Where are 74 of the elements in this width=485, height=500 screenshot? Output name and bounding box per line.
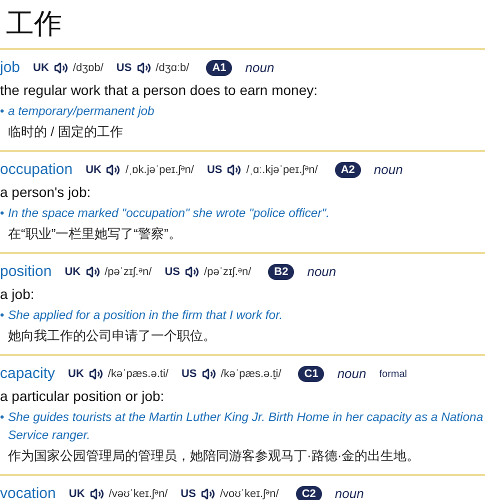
audio-button[interactable] bbox=[202, 367, 216, 381]
speaker-icon bbox=[106, 163, 120, 177]
region-label: UK bbox=[86, 162, 102, 178]
translation: 作为国家公园管理局的管理员，她陪同游客参观马丁·路德·金的出生地。 bbox=[7, 447, 421, 465]
speaker-icon bbox=[227, 163, 242, 177]
pronunciation: /ˌɒk.jəˈpeɪ.ʃᵊn/ bbox=[125, 162, 194, 178]
pronunciation: /voʊˈkeɪ.ʃᵊn/ bbox=[220, 486, 279, 500]
speaker-icon bbox=[200, 487, 215, 500]
region-label: US bbox=[180, 486, 196, 500]
pronunciation: /pəˈzɪʃ.ᵊn/ bbox=[204, 264, 252, 280]
example-sentence: She applied for a position in the firm that I work for. bbox=[8, 307, 283, 324]
register-label: formal bbox=[379, 368, 408, 382]
translation: 临时的 / 固定的工作 bbox=[7, 123, 124, 141]
headword: vocation bbox=[0, 484, 56, 500]
part-of-speech: noun bbox=[307, 263, 336, 282]
region-label: US bbox=[116, 60, 132, 76]
speaker-icon bbox=[54, 61, 68, 75]
audio-button[interactable] bbox=[54, 61, 68, 75]
definition: a person's job: bbox=[0, 183, 92, 202]
headword: job bbox=[0, 58, 20, 78]
audio-button[interactable] bbox=[86, 265, 100, 279]
region-label: UK bbox=[33, 60, 49, 76]
region-label: US bbox=[181, 366, 197, 382]
region-label: US bbox=[206, 162, 222, 178]
audio-button[interactable] bbox=[88, 367, 103, 381]
level-badge: C2 bbox=[296, 486, 322, 500]
part-of-speech: noun bbox=[334, 485, 364, 500]
bullet: • bbox=[0, 307, 6, 324]
audio-button[interactable] bbox=[200, 487, 215, 500]
pronunciation: /vəʊˈkeɪ.ʃᵊn/ bbox=[108, 486, 168, 500]
pronunciation: /ˌɑː.kjəˈpeɪ.ʃᵊn/ bbox=[246, 162, 318, 178]
translation: 她向我工作的公司申请了一个职位。 bbox=[7, 327, 217, 345]
audio-button[interactable] bbox=[90, 487, 104, 500]
part-of-speech: noun bbox=[374, 161, 403, 180]
pronunciation: /kəˈpæs.ə.t̬i/ bbox=[220, 366, 282, 382]
part-of-speech: noun bbox=[337, 365, 366, 384]
level-badge: C1 bbox=[298, 366, 324, 382]
example-sentence: a temporary/permanent job bbox=[8, 103, 154, 120]
pronunciation: /dʒɒb/ bbox=[72, 60, 104, 76]
region-label: US bbox=[164, 264, 180, 280]
definition: a particular position or job: bbox=[0, 387, 166, 406]
speaker-icon bbox=[202, 367, 216, 381]
pronunciation: /pəˈzɪʃ.ᵊn/ bbox=[104, 264, 152, 280]
example-sentence: Service ranger. bbox=[8, 427, 92, 444]
level-badge: B2 bbox=[268, 264, 294, 280]
region-label: UK bbox=[64, 264, 81, 280]
bullet: • bbox=[0, 103, 6, 120]
region-label: UK bbox=[68, 366, 84, 382]
speaker-icon bbox=[88, 367, 103, 381]
speaker-icon bbox=[185, 265, 200, 279]
headword: capacity bbox=[0, 364, 56, 384]
audio-button[interactable] bbox=[136, 61, 151, 75]
level-badge: A2 bbox=[334, 162, 361, 178]
definition: a job: bbox=[0, 285, 36, 304]
definition: the regular work that a person does to earn money: bbox=[0, 81, 319, 100]
headword: occupation bbox=[0, 160, 73, 180]
page-title: 工作 bbox=[5, 6, 63, 42]
level-badge: A1 bbox=[206, 60, 232, 76]
speaker-icon bbox=[136, 61, 151, 75]
pronunciation: /dʒɑːb/ bbox=[156, 60, 190, 76]
audio-button[interactable] bbox=[185, 265, 200, 279]
bullet: • bbox=[0, 409, 6, 426]
region-label: UK bbox=[68, 486, 85, 500]
bullet: • bbox=[0, 205, 6, 222]
part-of-speech: noun bbox=[245, 59, 274, 78]
speaker-icon bbox=[90, 487, 104, 500]
pronunciation: /kəˈpæs.ə.ti/ bbox=[108, 366, 168, 382]
audio-button[interactable] bbox=[106, 163, 120, 177]
example-sentence: She guides tourists at the Martin Luther King Jr. Birth Home in her capacity as a Nationa bbox=[8, 409, 484, 426]
speaker-icon bbox=[86, 265, 100, 279]
audio-button[interactable] bbox=[227, 163, 242, 177]
translation: 在“职业”一栏里她写了“警察”。 bbox=[7, 225, 182, 243]
headword: position bbox=[0, 262, 52, 282]
example-sentence: In the space marked "occupation" she wrote "police officer". bbox=[8, 205, 330, 222]
